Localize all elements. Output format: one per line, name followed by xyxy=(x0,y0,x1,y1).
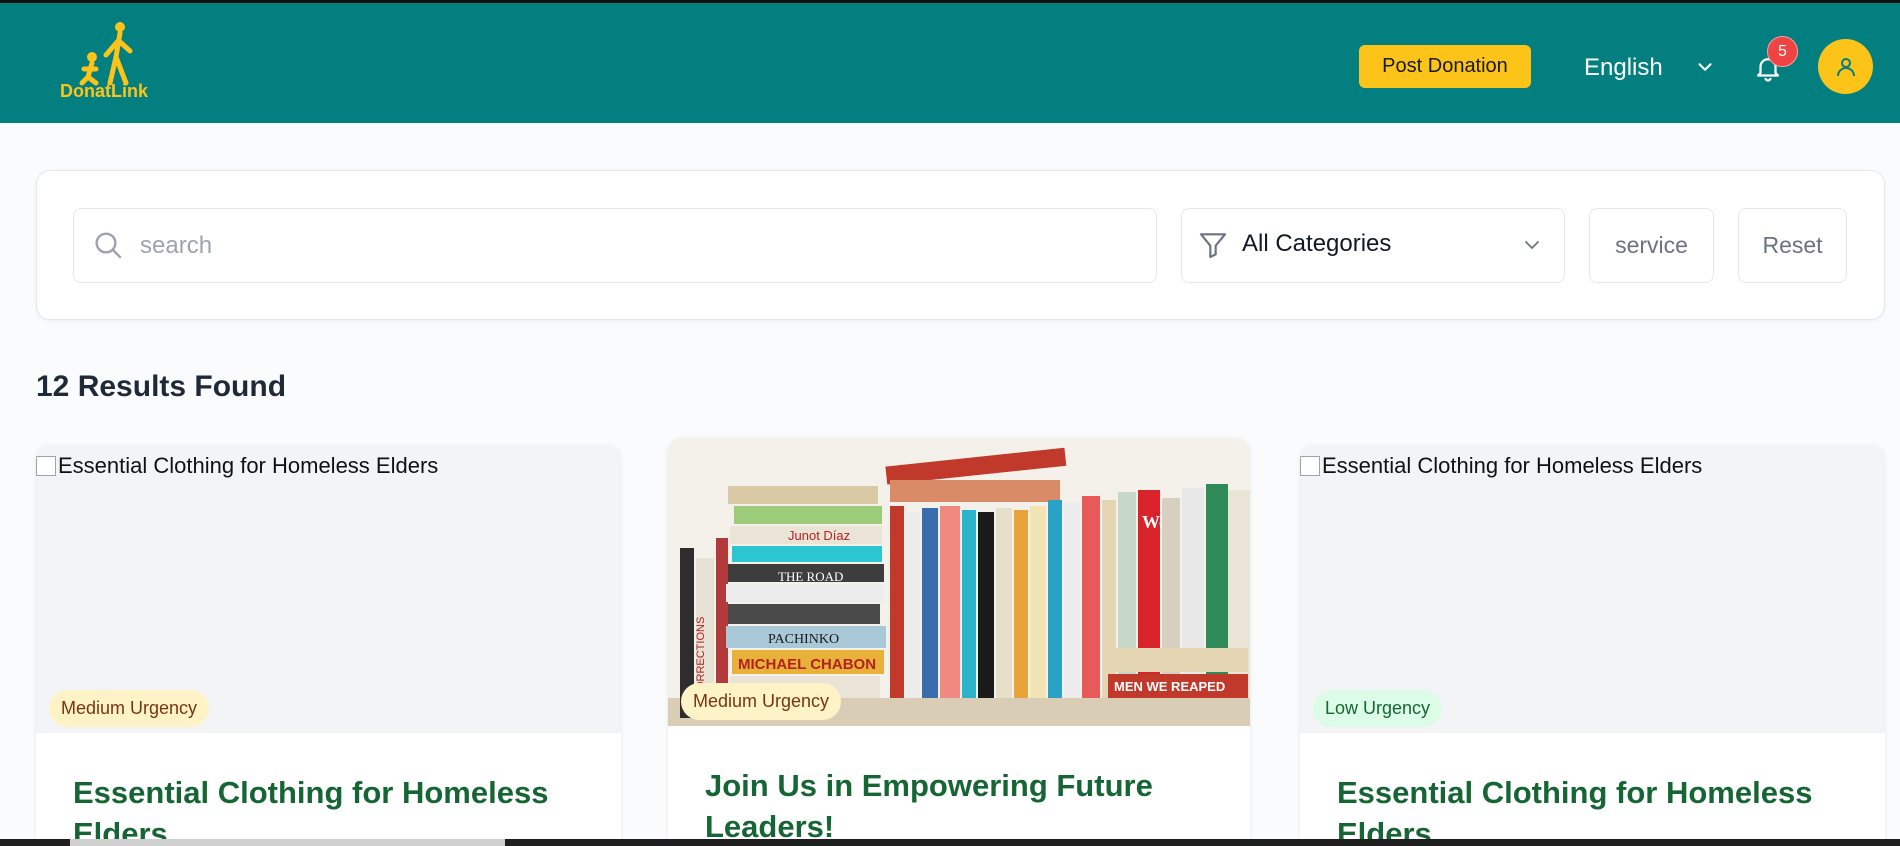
card-title[interactable]: Join Us in Empowering Future Leaders! xyxy=(705,765,1225,846)
card-title[interactable]: Essential Clothing for Homeless Elders xyxy=(1337,772,1857,846)
chevron-down-icon[interactable] xyxy=(1694,56,1716,78)
service-filter-button[interactable]: service xyxy=(1589,208,1714,283)
image-alt-text: Essential Clothing for Homeless Elders xyxy=(1300,453,1702,479)
logo-wordmark: DonatLink xyxy=(60,81,149,101)
card-title[interactable]: Essential Clothing for Homeless Elders xyxy=(73,772,593,846)
urgency-badge: Medium Urgency xyxy=(681,683,842,720)
broken-image-icon xyxy=(1300,456,1320,476)
broken-image-icon xyxy=(36,456,56,476)
donation-card[interactable]: Essential Clothing for Homeless Elders M… xyxy=(36,445,621,846)
results-count: 12 Results Found xyxy=(36,370,287,403)
logo-figure-icon: DonatLink xyxy=(60,22,149,101)
search-icon xyxy=(95,232,122,259)
horizontal-scrollbar[interactable] xyxy=(0,839,1900,846)
language-label: English xyxy=(1584,54,1663,81)
svg-text:THE ROAD: THE ROAD xyxy=(778,569,843,584)
notification-badge: 5 xyxy=(1767,36,1798,67)
user-avatar[interactable] xyxy=(1818,39,1873,94)
user-icon xyxy=(1836,57,1855,76)
search-input[interactable] xyxy=(140,225,1120,267)
svg-text:MEN WE REAPED: MEN WE REAPED xyxy=(1114,679,1225,694)
donation-card[interactable]: MICHAEL CHABON PACHINKO THE ROAD Junot D… xyxy=(668,438,1250,846)
reset-button[interactable]: Reset xyxy=(1738,208,1847,283)
donatlink-logo[interactable]: DonatLink xyxy=(58,21,166,103)
donation-card[interactable]: Essential Clothing for Homeless Elders L… xyxy=(1300,445,1885,846)
svg-text:Junot Díaz: Junot Díaz xyxy=(788,528,850,543)
filter-funnel-icon xyxy=(1199,233,1227,259)
svg-text:MICHAEL CHABON: MICHAEL CHABON xyxy=(738,656,876,673)
image-alt-text: Essential Clothing for Homeless Elders xyxy=(36,453,438,479)
post-donation-button[interactable]: Post Donation xyxy=(1359,45,1531,88)
urgency-badge: Medium Urgency xyxy=(49,690,210,727)
category-select-value: All Categories xyxy=(1242,230,1392,257)
top-navbar: DonatLink Post Donation English 5 xyxy=(0,0,1900,123)
svg-text:PACHINKO: PACHINKO xyxy=(768,632,839,647)
chevron-down-icon[interactable] xyxy=(1520,233,1544,257)
scrollbar-thumb[interactable] xyxy=(70,839,505,846)
language-selector[interactable]: English xyxy=(1584,50,1663,86)
urgency-badge: Low Urgency xyxy=(1313,690,1443,727)
